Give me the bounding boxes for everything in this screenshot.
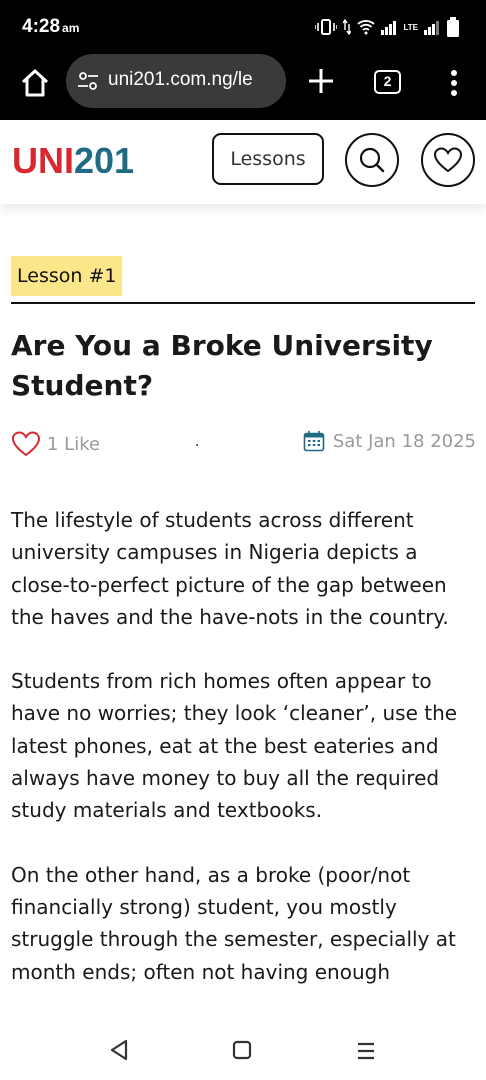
lessons-button[interactable]: Lessons	[212, 133, 324, 185]
status-bar: 4:28 am LTE	[0, 0, 486, 54]
data-arrows-icon	[343, 19, 352, 35]
recents-lines-icon[interactable]	[356, 1042, 376, 1060]
time-ampm: am	[62, 21, 80, 35]
divider	[11, 302, 475, 304]
lesson-badge: Lesson #1	[11, 256, 123, 296]
more-vert-icon[interactable]	[446, 68, 462, 98]
heart-icon	[433, 147, 463, 173]
status-time: 4:28 am	[22, 16, 79, 38]
status-icons: LTE	[315, 17, 460, 37]
back-triangle-icon[interactable]	[108, 1038, 130, 1062]
calendar-icon	[303, 431, 325, 452]
like-count: 1 Like	[47, 433, 101, 455]
heart-outline-icon	[11, 431, 41, 457]
time-text: 4:28	[22, 16, 61, 37]
tab-switcher-button[interactable]: 2	[374, 70, 401, 94]
address-bar[interactable]: uni201.com.ng/le	[66, 54, 286, 108]
publish-date: Sat Jan 18 2025	[303, 430, 476, 452]
search-icon	[359, 147, 385, 173]
signal-icon-2	[424, 21, 439, 35]
article-meta: 1 Like . Sat Jan 18 2025	[11, 428, 476, 460]
vibrate-icon	[315, 19, 338, 35]
site-logo[interactable]: UNI201	[12, 140, 134, 182]
date-text: Sat Jan 18 2025	[332, 430, 476, 452]
lte-label: LTE	[403, 22, 418, 32]
paragraph: The lifestyle of students across differe…	[11, 508, 449, 629]
home-icon[interactable]	[18, 66, 52, 100]
favorites-button[interactable]	[421, 133, 475, 187]
like-button[interactable]: 1 Like	[11, 430, 100, 458]
site-header: UNI201 Lessons	[0, 120, 486, 204]
meta-separator: .	[195, 434, 200, 450]
logo-text-b: 201	[74, 140, 135, 181]
search-button[interactable]	[345, 133, 399, 187]
paragraph: Students from rich homes often appear to…	[11, 669, 458, 823]
home-square-icon[interactable]	[232, 1040, 252, 1060]
signal-icon	[381, 21, 397, 35]
article-title: Are You a Broke University Student?	[11, 329, 433, 402]
battery-icon	[447, 17, 459, 37]
url-text: uni201.com.ng/le	[108, 69, 253, 90]
paragraph: On the other hand, as a broke (poor/not …	[11, 862, 456, 984]
browser-toolbar: uni201.com.ng/le 2	[0, 54, 486, 120]
new-tab-icon[interactable]	[306, 66, 336, 96]
wifi-icon	[357, 20, 376, 35]
system-nav-bar	[0, 1022, 486, 1080]
logo-text-a: UNI	[12, 140, 74, 181]
site-settings-icon[interactable]	[78, 72, 98, 90]
article-body: The lifestyle of students across differe…	[11, 504, 481, 1020]
